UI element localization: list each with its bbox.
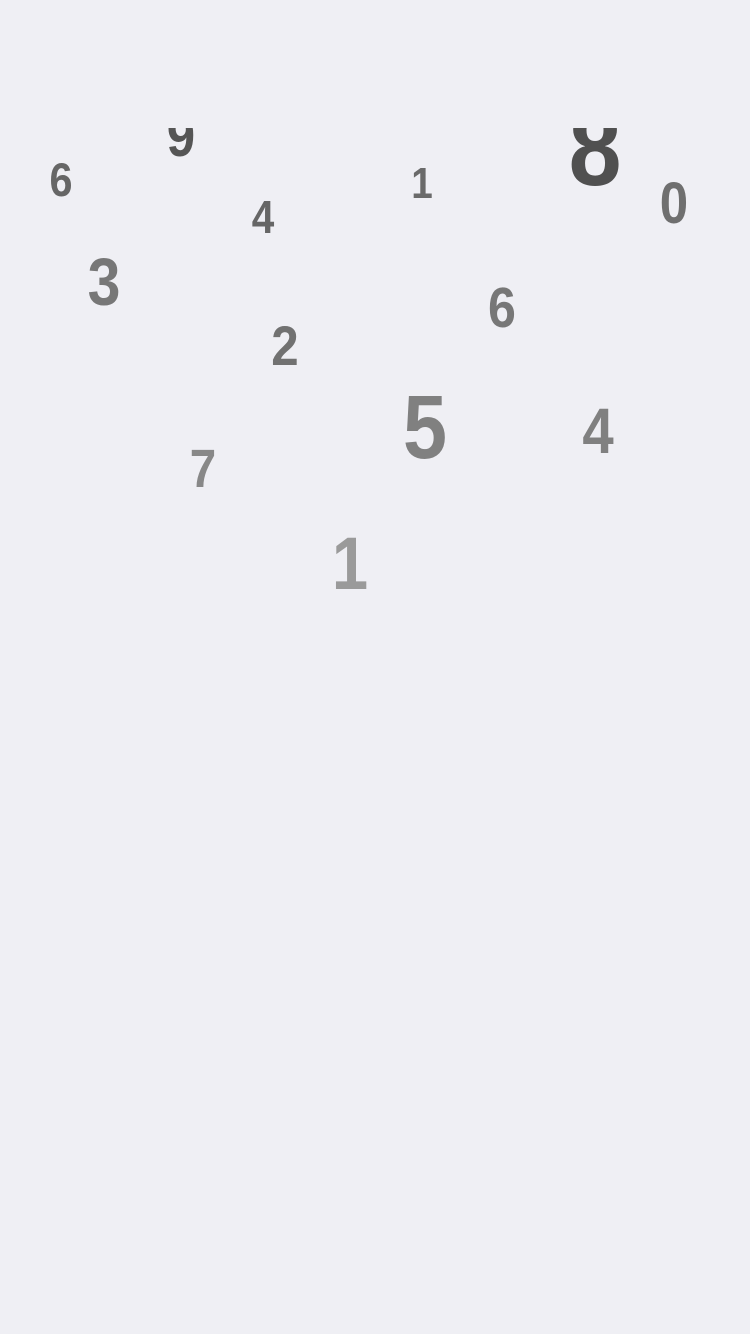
digit: 3 [87, 245, 121, 320]
digit: 8 [568, 128, 622, 208]
digit: 0 [659, 171, 689, 236]
digit: 1 [331, 522, 369, 605]
digit: 1 [411, 159, 433, 208]
digit: 9 [166, 128, 196, 169]
digit: 5 [402, 378, 448, 478]
digit: 7 [189, 439, 217, 499]
digit: 4 [251, 191, 275, 243]
digit-field: 6 9 4 1 8 0 3 2 6 5 4 7 1 [0, 128, 750, 1334]
digit: 6 [488, 276, 516, 340]
digit: 6 [49, 153, 73, 206]
digit: 2 [271, 314, 299, 377]
digit: 4 [582, 395, 614, 467]
